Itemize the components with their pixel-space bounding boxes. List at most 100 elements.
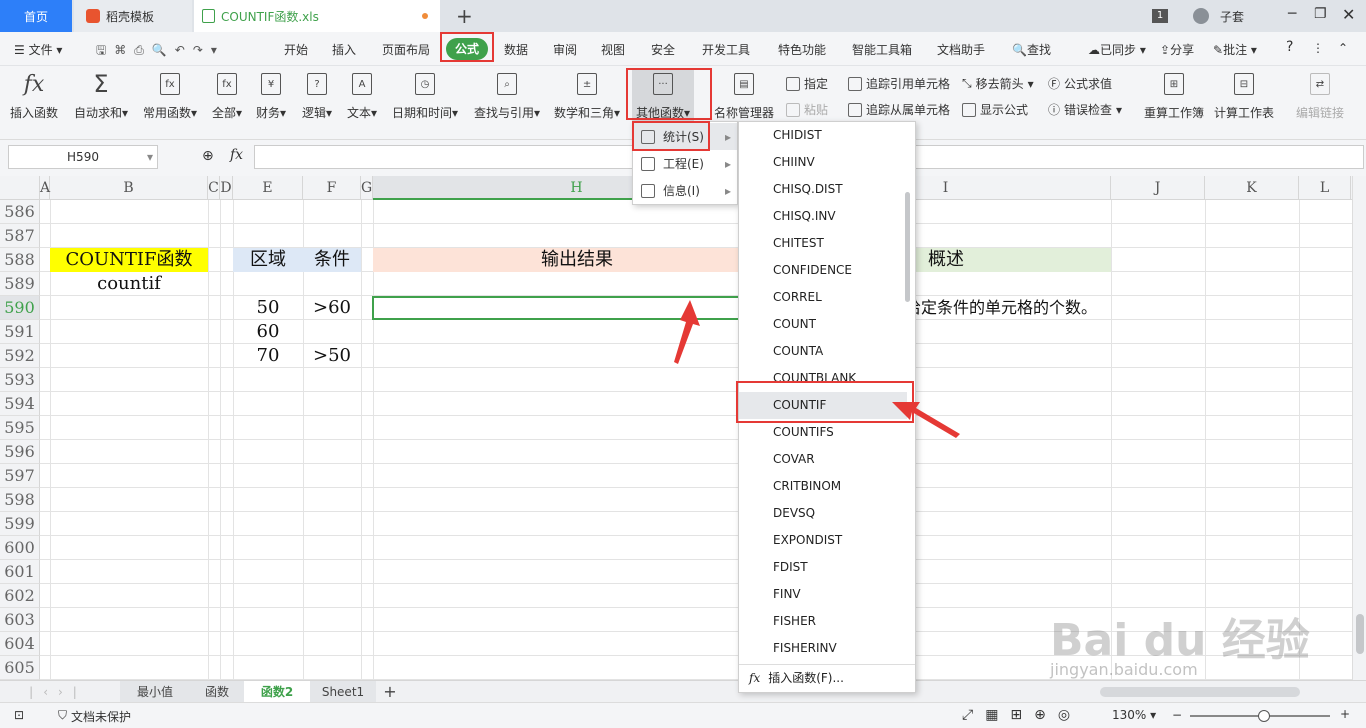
cell-i590[interactable]: 给定条件的单元格的个数。 (905, 296, 1111, 320)
tab-file[interactable]: COUNTIF函数.xls (194, 0, 440, 32)
edit-links-button[interactable]: ⇄ 编辑链接 (1296, 70, 1344, 121)
help-icon[interactable]: ? (1286, 39, 1293, 55)
user-name[interactable]: 子套 (1220, 8, 1244, 25)
function-item-counta[interactable]: COUNTA (739, 338, 907, 365)
horizontal-scrollbar[interactable] (1100, 687, 1300, 697)
new-tab-button[interactable]: + (456, 4, 473, 28)
menu-item-engineering[interactable]: 工程(E) ▸ (633, 150, 737, 177)
assign-button[interactable]: 指定 (786, 75, 828, 92)
function-item-chisq-dist[interactable]: CHISQ.DIST (739, 176, 907, 203)
col-header-k[interactable]: K (1205, 176, 1299, 200)
sync-status[interactable]: ☁已同步 ▾ (1088, 41, 1146, 58)
function-item-expondist[interactable]: EXPONDIST (739, 527, 907, 554)
function-item-chitest[interactable]: CHITEST (739, 230, 907, 257)
sheet-layout-icon[interactable]: ⊡ (14, 708, 24, 722)
row-header-595[interactable]: 595 (0, 416, 40, 440)
zoom-search-icon[interactable]: ⊕ (202, 148, 214, 164)
row-header-594[interactable]: 594 (0, 392, 40, 416)
more-icon[interactable]: ⋮ (1312, 41, 1324, 55)
collapse-ribbon-icon[interactable]: ⌃ (1338, 41, 1348, 55)
math-trig-button[interactable]: ± 数学和三角▾ (554, 70, 620, 121)
name-box[interactable]: H590 ▾ (8, 145, 158, 169)
logical-button[interactable]: ? 逻辑▾ (302, 70, 332, 121)
function-item-finv[interactable]: FINV (739, 581, 907, 608)
lookup-button[interactable]: ⌕ 查找与引用▾ (474, 70, 540, 121)
show-formulas-button[interactable]: 显示公式 (962, 101, 1028, 118)
insert-function-menu-item[interactable]: fx 插入函数(F)... (739, 665, 907, 692)
tab-daoke-templates[interactable]: 稻壳模板 (74, 0, 192, 32)
col-header-d[interactable]: D (220, 176, 233, 200)
col-header-c[interactable]: C (208, 176, 220, 200)
sheet-tab-func[interactable]: 函数 (190, 681, 244, 703)
close-icon[interactable]: ✕ (1342, 5, 1355, 24)
search-button[interactable]: 🔍查找 (1012, 41, 1051, 58)
col-header-j[interactable]: J (1111, 176, 1205, 200)
trace-precedents-button[interactable]: 追踪引用单元格 (848, 75, 950, 92)
name-manager-button[interactable]: ▤ 名称管理器 (714, 70, 774, 121)
autosum-button[interactable]: Σ 自动求和▾ (74, 70, 128, 121)
row-header-601[interactable]: 601 (0, 560, 40, 584)
avatar[interactable] (1193, 8, 1209, 24)
scrollbar-thumb[interactable] (1356, 614, 1364, 654)
function-item-fisherinv[interactable]: FISHERINV (739, 635, 907, 662)
row-header-587[interactable]: 587 (0, 224, 40, 248)
col-header-a[interactable]: A (40, 176, 50, 200)
calculate-sheet-button[interactable]: ⊟ 计算工作表 (1214, 70, 1274, 121)
row-header-596[interactable]: 596 (0, 440, 40, 464)
minimize-icon[interactable]: ─ (1288, 6, 1296, 22)
sheet-nav-arrows[interactable]: |‹›| (8, 681, 108, 703)
tab-security[interactable]: 安全 (651, 41, 675, 58)
sheet-tab-sheet1[interactable]: Sheet1 (310, 681, 376, 703)
vertical-scrollbar[interactable] (1352, 176, 1366, 680)
tab-review[interactable]: 审阅 (553, 41, 577, 58)
function-item-fdist[interactable]: FDIST (739, 554, 907, 581)
protection-status[interactable]: ⛉ 文档未保护 (58, 708, 131, 725)
row-header-597[interactable]: 597 (0, 464, 40, 488)
menu-item-information[interactable]: 信息(I) ▸ (633, 177, 737, 204)
zoom-level[interactable]: 130% ▾ (1112, 708, 1156, 722)
insert-function-button[interactable]: fx 插入函数 (10, 70, 58, 121)
cell-f592[interactable]: >50 (303, 344, 361, 368)
col-header-b[interactable]: B (50, 176, 208, 200)
row-header-603[interactable]: 603 (0, 608, 40, 632)
col-header-f[interactable]: F (303, 176, 361, 200)
cell-h590-selected[interactable] (372, 296, 782, 320)
comment-button[interactable]: ✎批注 ▾ (1213, 41, 1257, 58)
zoom-out-icon[interactable]: − (1172, 708, 1182, 722)
cell-h588[interactable]: 输出结果 (373, 248, 781, 272)
tab-view[interactable]: 视图 (601, 41, 625, 58)
row-header-599[interactable]: 599 (0, 512, 40, 536)
row-header-591[interactable]: 591 (0, 320, 40, 344)
quick-access-toolbar[interactable]: 🖫⌘⎙🔍↶↷▾ (96, 41, 225, 62)
error-check-button[interactable]: ⓘ 错误检查 ▾ (1048, 101, 1122, 118)
function-item-covar[interactable]: COVAR (739, 446, 907, 473)
paste-button[interactable]: 粘贴 (786, 101, 828, 118)
file-menu[interactable]: ☰ 文件 ▾ (14, 41, 62, 58)
row-header-605[interactable]: 605 (0, 656, 40, 680)
tab-insert[interactable]: 插入 (332, 41, 356, 58)
tab-page-layout[interactable]: 页面布局 (382, 41, 430, 58)
tab-developer[interactable]: 开发工具 (702, 41, 750, 58)
recalculate-workbook-button[interactable]: ⊞ 重算工作簿 (1144, 70, 1204, 121)
row-header-592[interactable]: 592 (0, 344, 40, 368)
tab-start[interactable]: 开始 (284, 41, 308, 58)
function-item-correl[interactable]: CORREL (739, 284, 907, 311)
function-item-countifs[interactable]: COUNTIFS (739, 419, 907, 446)
sheet-tab-min[interactable]: 最小值 (120, 681, 190, 703)
row-header-598[interactable]: 598 (0, 488, 40, 512)
row-header-602[interactable]: 602 (0, 584, 40, 608)
financial-button[interactable]: ¥ 财务▾ (256, 70, 286, 121)
text-button[interactable]: A 文本▾ (347, 70, 377, 121)
function-item-fisher[interactable]: FISHER (739, 608, 907, 635)
cell-f588[interactable]: 条件 (303, 248, 361, 272)
add-sheet-button[interactable]: + (380, 681, 400, 703)
cell-b589[interactable]: countif (50, 272, 208, 296)
col-header-l[interactable]: L (1299, 176, 1351, 200)
col-header-e[interactable]: E (233, 176, 303, 200)
zoom-slider-handle[interactable] (1258, 710, 1270, 722)
date-time-button[interactable]: ◷ 日期和时间▾ (392, 70, 458, 121)
share-button[interactable]: ⇪分享 (1160, 41, 1194, 58)
cell-e592[interactable]: 70 (233, 344, 303, 368)
common-functions-button[interactable]: fx 常用函数▾ (143, 70, 197, 121)
col-header-g[interactable]: G (361, 176, 373, 200)
